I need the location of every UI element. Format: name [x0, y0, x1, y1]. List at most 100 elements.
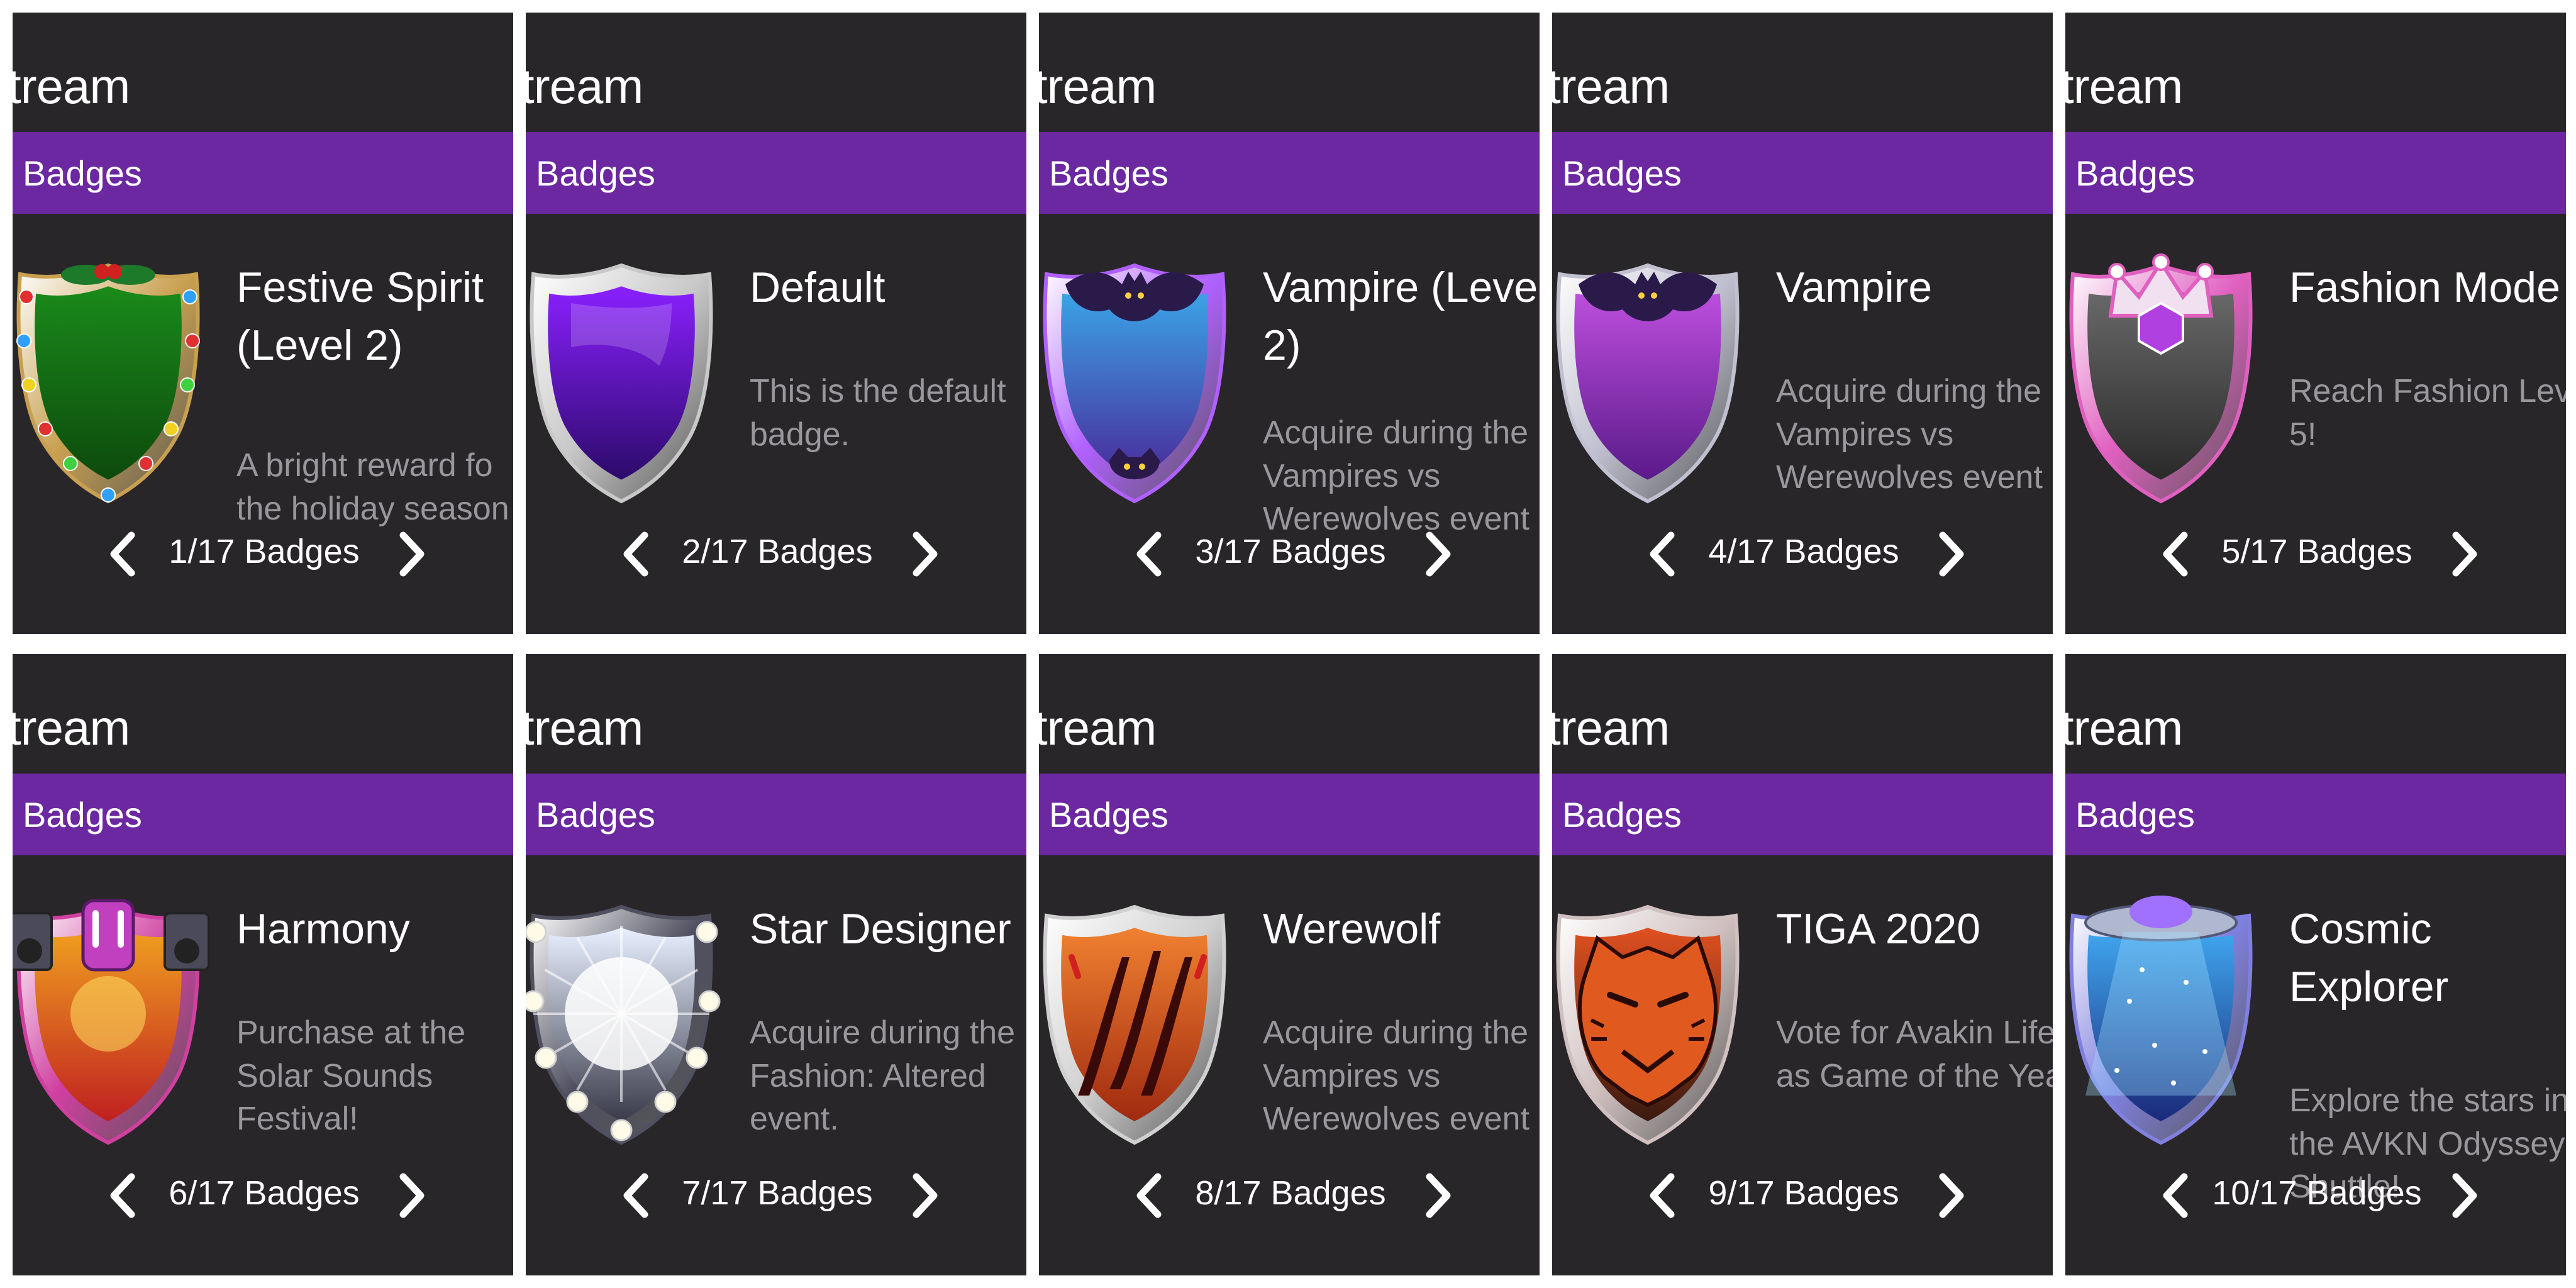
chevron-left-icon: [623, 531, 648, 577]
badge-counter: 10/17 Badges: [2212, 1174, 2422, 1212]
app-title: tream: [526, 700, 643, 755]
app-title: tream: [2065, 700, 2183, 755]
badge-name: Werewolf: [1263, 905, 1441, 953]
chevron-left-icon: [623, 1173, 648, 1218]
chevron-left-icon: [1136, 1173, 1162, 1218]
badge-name: Star Designer: [750, 905, 1011, 953]
badge-counter: 3/17 Badges: [1195, 533, 1386, 570]
app-title: tream: [526, 58, 643, 114]
next-badge-button[interactable]: [384, 1167, 440, 1224]
werewolf-shield-icon: [1043, 904, 1226, 1145]
badge-name: Default: [750, 264, 886, 311]
badge-panel: tream Badges Vampire (Leve 2) Acquire du…: [1039, 13, 1540, 634]
badges-section-label: Badges: [1562, 795, 1682, 835]
chevron-right-icon: [2452, 531, 2477, 577]
badge-counter: 4/17 Badges: [1708, 533, 1899, 570]
app-title: tream: [13, 58, 130, 114]
badge-icon-slot: [13, 247, 215, 511]
badge-pager: 5/17 Badges: [2065, 526, 2566, 582]
next-badge-button[interactable]: [2436, 526, 2493, 582]
badge-name: TIGA 2020: [1776, 905, 1981, 953]
badges-section-label: Badges: [1562, 153, 1682, 193]
app-title: tream: [1039, 700, 1157, 755]
default-shield-icon: [530, 263, 713, 504]
badge-icon-slot: [1552, 888, 1755, 1152]
vampire-shield-icon: [1556, 263, 1740, 504]
chevron-right-icon: [2452, 1173, 2477, 1218]
badge-description: Acquire during the Vampires vs Werewolve…: [1263, 1014, 1530, 1138]
fashion-model-shield-icon: [2069, 253, 2253, 504]
next-badge-button[interactable]: [1923, 526, 1980, 582]
badge-icon-slot: [2065, 247, 2268, 511]
badge-icon-slot: [2065, 888, 2268, 1152]
badges-section-bar: Badges: [1039, 132, 1540, 214]
badge-counter: 2/17 Badges: [682, 533, 873, 570]
badge-pager: 8/17 Badges: [1039, 1167, 1540, 1224]
badge-icon-slot: [526, 247, 728, 511]
app-title: tream: [13, 700, 130, 755]
badge-name: Cosmic Explorer: [2289, 905, 2449, 1011]
cosmic-explorer-shield-icon: [2069, 896, 2253, 1145]
chevron-right-icon: [399, 531, 425, 577]
badge-panel: tream Badges Default This is the default…: [526, 13, 1026, 634]
badges-section-label: Badges: [536, 153, 655, 193]
badge-panel: tream Badges Cosmic Explorer Explore the…: [2065, 654, 2566, 1275]
badges-section-label: Badges: [23, 153, 142, 193]
badges-section-bar: Badges: [2065, 774, 2566, 855]
badges-section-label: Badges: [2075, 795, 2195, 835]
badge-icon-slot: [13, 888, 215, 1152]
badges-section-bar: Badges: [526, 132, 1026, 214]
chevron-right-icon: [1426, 531, 1451, 577]
badge-description: This is the default badge.: [750, 373, 1006, 453]
badge-name: Festive Spirit (Level 2): [236, 264, 484, 369]
harmony-shield-icon: [13, 899, 210, 1145]
badge-panel: tream Badges TIGA 2020 Vote for Avakin L…: [1552, 654, 2053, 1275]
badge-pager: 7/17 Badges: [526, 1167, 1026, 1224]
badges-section-label: Badges: [1049, 153, 1169, 193]
badge-pager: 3/17 Badges: [1039, 526, 1540, 582]
badge-description: Vote for Avakin Life as Game of the Yea: [1776, 1014, 2053, 1094]
badge-pager: 6/17 Badges: [13, 1167, 513, 1224]
badges-section-bar: Badges: [1552, 774, 2053, 855]
app-title: tream: [2065, 58, 2183, 114]
chevron-left-icon: [1650, 1173, 1675, 1218]
chevron-left-icon: [1136, 531, 1162, 577]
badges-section-bar: Badges: [1552, 132, 2053, 214]
badge-pager: 1/17 Badges: [13, 526, 513, 582]
star-designer-shield-icon: [526, 904, 721, 1145]
badge-description: Acquire during the Vampires vs Werewolve…: [1776, 373, 2043, 496]
badge-pager: 4/17 Badges: [1552, 526, 2053, 582]
badge-description: A bright reward fo the holiday season: [236, 447, 509, 527]
next-badge-button[interactable]: [897, 1167, 953, 1224]
next-badge-button[interactable]: [897, 526, 953, 582]
badge-panel: tream Badges Werewolf Acquire during the…: [1039, 654, 1540, 1275]
chevron-right-icon: [913, 531, 938, 577]
badge-counter: 5/17 Badges: [2221, 533, 2412, 570]
badge-name: Fashion Mode: [2289, 264, 2560, 311]
next-badge-button[interactable]: [1410, 526, 1467, 582]
badges-section-label: Badges: [23, 795, 142, 835]
badges-section-label: Badges: [2075, 153, 2195, 193]
next-badge-button[interactable]: [1923, 1167, 1980, 1224]
app-title: tream: [1552, 700, 1670, 755]
badge-counter: 9/17 Badges: [1708, 1174, 1899, 1212]
tiga-tiger-shield-icon: [1556, 904, 1740, 1145]
badge-name: Vampire: [1776, 264, 1933, 311]
badges-section-bar: Badges: [1039, 774, 1540, 855]
badge-panel: tream Badges Star Designer Acquire durin…: [526, 654, 1026, 1275]
badges-section-label: Badges: [536, 795, 655, 835]
next-badge-button[interactable]: [2436, 1167, 2493, 1224]
badge-pager: 2/17 Badges: [526, 526, 1026, 582]
badge-name: Harmony: [236, 905, 410, 953]
chevron-right-icon: [913, 1173, 938, 1218]
badge-counter: 7/17 Badges: [682, 1174, 873, 1212]
badge-name: Vampire (Leve 2): [1263, 264, 1538, 369]
badge-icon-slot: [1039, 888, 1241, 1152]
badge-description: Acquire during the Vampires vs Werewolve…: [1263, 414, 1530, 538]
next-badge-button[interactable]: [384, 526, 440, 582]
badge-counter: 6/17 Badges: [169, 1174, 360, 1212]
badge-pager: 9/17 Badges: [1552, 1167, 2053, 1224]
chevron-left-icon: [2163, 1173, 2188, 1218]
chevron-right-icon: [1939, 1173, 1964, 1218]
next-badge-button[interactable]: [1410, 1167, 1467, 1224]
